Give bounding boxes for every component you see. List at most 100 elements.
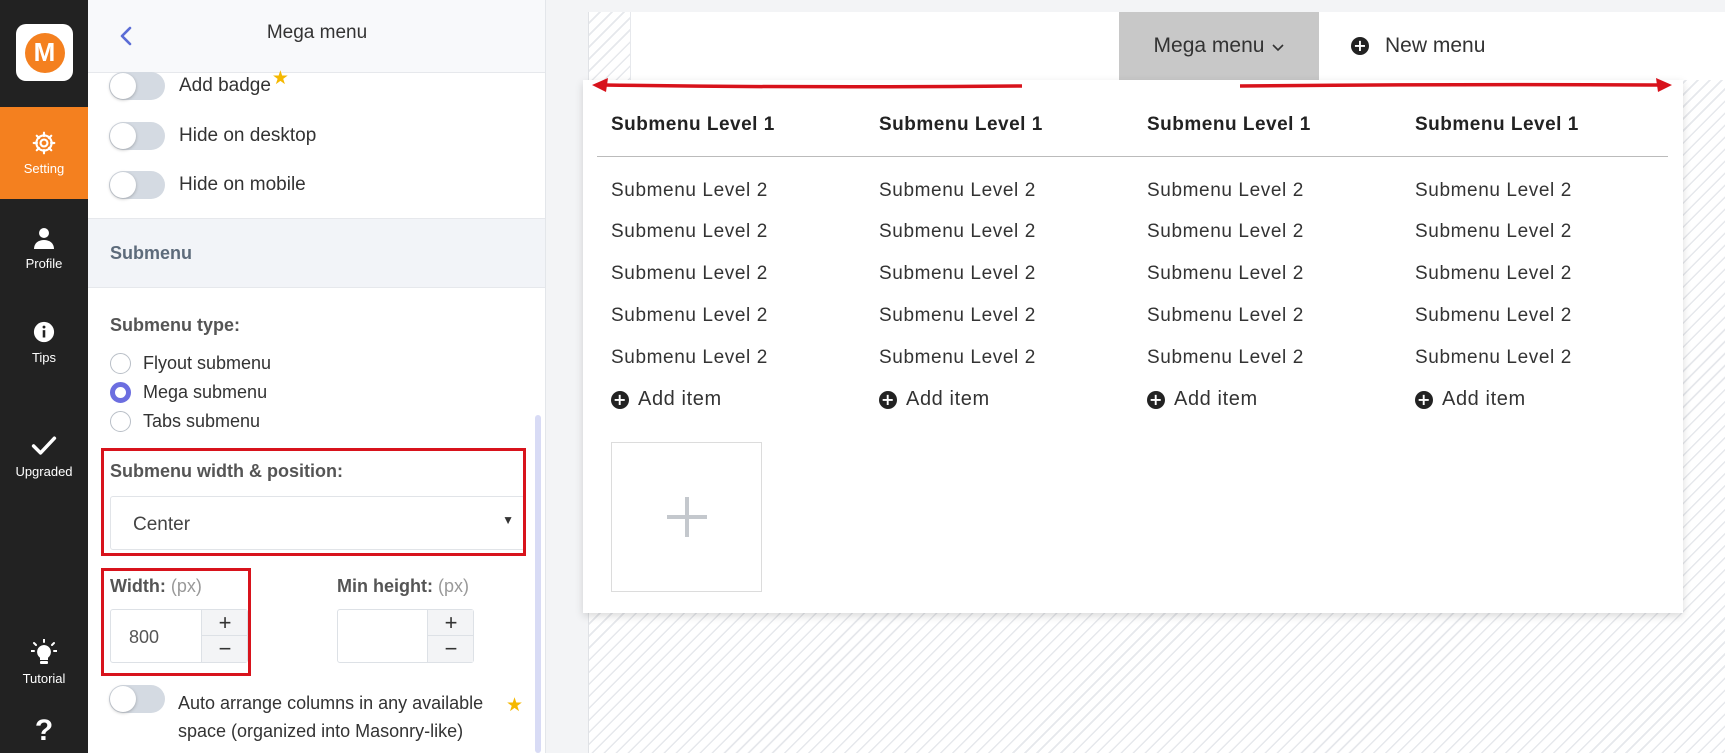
width-position-label: Submenu width & position:: [110, 461, 343, 481]
rail-item-tutorial[interactable]: Tutorial: [0, 632, 88, 694]
menu-item-label: New menu: [1385, 34, 1486, 57]
submenu-item[interactable]: Submenu Level 2: [879, 263, 1036, 285]
submenu-item[interactable]: Submenu Level 2: [1415, 305, 1572, 327]
panel-title: Mega menu: [266, 22, 368, 43]
add-column-button[interactable]: [611, 442, 762, 592]
logo-icon[interactable]: M: [16, 24, 73, 81]
left-width-arrow: [592, 78, 1023, 92]
menu-bar: Mega menu + New menu: [630, 12, 1725, 80]
hide-desktop-toggle[interactable]: [109, 122, 165, 150]
width-unit: (px): [170, 576, 202, 596]
submenu-item[interactable]: Submenu Level 2: [611, 263, 768, 285]
hide-mobile-row: Hide on mobile: [109, 169, 306, 201]
rail-item-tips[interactable]: Tips: [0, 314, 88, 370]
min-height-unit: (px): [438, 576, 469, 596]
plus-circle-icon: +: [1351, 37, 1369, 55]
submenu-type-label: Submenu type:: [110, 315, 241, 335]
min-height-increment-button[interactable]: +: [428, 610, 474, 636]
submenu-item[interactable]: Submenu Level 2: [1147, 221, 1304, 243]
min-height-decrement-button[interactable]: −: [428, 636, 474, 662]
radio-button[interactable]: [110, 410, 131, 432]
hide-desktop-label: Hide on desktop: [179, 125, 317, 146]
section-title: Submenu: [110, 243, 193, 263]
menu-item-new-menu[interactable]: + New menu: [1351, 12, 1485, 80]
submenu-item[interactable]: Submenu Level 2: [1415, 221, 1572, 243]
submenu-item[interactable]: Submenu Level 2: [1147, 263, 1304, 285]
add-item-label: Add item: [638, 388, 722, 410]
submenu-item[interactable]: Submenu Level 2: [611, 221, 768, 243]
auto-arrange-text: Auto arrange columns in any available sp…: [178, 693, 484, 741]
submenu-item[interactable]: Submenu Level 2: [1147, 347, 1304, 369]
info-icon: [31, 319, 57, 345]
radio-button[interactable]: [110, 352, 131, 374]
star-icon: ★: [506, 695, 524, 716]
radio-label: Mega submenu: [143, 381, 268, 402]
rail-item-setting[interactable]: Setting: [0, 107, 88, 199]
submenu-item[interactable]: Submenu Level 2: [611, 305, 768, 327]
user-icon: [31, 225, 57, 251]
add-item-button[interactable]: + Add item: [1415, 388, 1526, 411]
plus-circle-icon: +: [1147, 389, 1165, 409]
star-icon: ★: [271, 67, 289, 89]
submenu-item[interactable]: Submenu Level 2: [879, 221, 1036, 243]
radio-label: Flyout submenu: [143, 352, 272, 373]
left-rail: M Setting Profile Tips Upgraded Tutorial…: [0, 0, 88, 753]
column-heading[interactable]: Submenu Level 1: [611, 114, 775, 136]
mega-submenu-panel: Submenu Level 1 Submenu Level 2 Submenu …: [583, 80, 1683, 613]
radio-mega-submenu[interactable]: Mega submenu: [110, 379, 267, 405]
add-item-button[interactable]: + Add item: [879, 388, 990, 411]
add-badge-toggle[interactable]: [109, 72, 165, 100]
help-icon[interactable]: ?: [0, 712, 88, 750]
submenu-item[interactable]: Submenu Level 2: [611, 347, 768, 369]
submenu-item[interactable]: Submenu Level 2: [1415, 180, 1572, 202]
plus-icon: [666, 497, 707, 537]
submenu-item[interactable]: Submenu Level 2: [879, 347, 1036, 369]
submenu-item[interactable]: Submenu Level 2: [1147, 305, 1304, 327]
width-stepper[interactable]: 800 + −: [110, 609, 248, 663]
radio-tabs-submenu[interactable]: Tabs submenu: [110, 408, 260, 434]
submenu-item[interactable]: Submenu Level 2: [611, 180, 768, 202]
add-item-label: Add item: [1174, 388, 1258, 410]
min-height-stepper[interactable]: + −: [337, 609, 474, 663]
add-item-button[interactable]: + Add item: [611, 388, 722, 411]
menu-item-mega-menu[interactable]: Mega menu: [1119, 12, 1319, 80]
hide-mobile-label: Hide on mobile: [179, 174, 306, 195]
panel-scrollbar[interactable]: [535, 415, 541, 753]
right-width-arrow: [1239, 78, 1672, 92]
submenu-item[interactable]: Submenu Level 2: [879, 305, 1036, 327]
submenu-item[interactable]: Submenu Level 2: [879, 180, 1036, 202]
logo-letter: M: [24, 32, 65, 73]
rail-item-upgraded[interactable]: Upgraded: [0, 428, 88, 484]
submenu-item[interactable]: Submenu Level 2: [1147, 180, 1304, 202]
width-value: 800: [129, 627, 160, 647]
hide-desktop-row: Hide on desktop: [109, 120, 316, 152]
rail-item-profile[interactable]: Profile: [0, 220, 88, 276]
submenu-item[interactable]: Submenu Level 2: [1415, 263, 1572, 285]
radio-label: Tabs submenu: [143, 410, 261, 431]
column-heading[interactable]: Submenu Level 1: [1415, 114, 1579, 136]
width-increment-button[interactable]: +: [202, 610, 248, 636]
radio-flyout-submenu[interactable]: Flyout submenu: [110, 350, 271, 376]
submenu-section-header: Submenu: [88, 218, 545, 288]
width-position-select[interactable]: Center ▼: [110, 496, 525, 550]
add-item-label: Add item: [906, 388, 990, 410]
hide-mobile-toggle[interactable]: [109, 171, 165, 199]
width-decrement-button[interactable]: −: [202, 636, 248, 662]
auto-arrange-toggle[interactable]: [109, 685, 165, 713]
rail-label-upgraded: Upgraded: [15, 464, 73, 479]
panel-header: Mega menu: [88, 0, 545, 73]
rail-label-tips: Tips: [31, 350, 57, 365]
column-heading[interactable]: Submenu Level 1: [879, 114, 1043, 136]
menu-item-label: Mega menu: [1153, 34, 1265, 57]
settings-panel: Mega menu Add badge ★ Hide on desktop Hi…: [88, 0, 546, 753]
plus-circle-icon: +: [1415, 389, 1433, 409]
submenu-item[interactable]: Submenu Level 2: [1415, 347, 1572, 369]
min-height-label: Min height: (px): [337, 576, 469, 597]
width-stepper-buttons: + −: [201, 610, 248, 662]
select-value: Center: [133, 514, 191, 535]
rail-label-tutorial: Tutorial: [22, 671, 66, 686]
add-item-button[interactable]: + Add item: [1147, 388, 1258, 411]
column-heading[interactable]: Submenu Level 1: [1147, 114, 1311, 136]
radio-button-checked[interactable]: [110, 381, 131, 403]
add-badge-label: Add badge: [179, 75, 271, 96]
